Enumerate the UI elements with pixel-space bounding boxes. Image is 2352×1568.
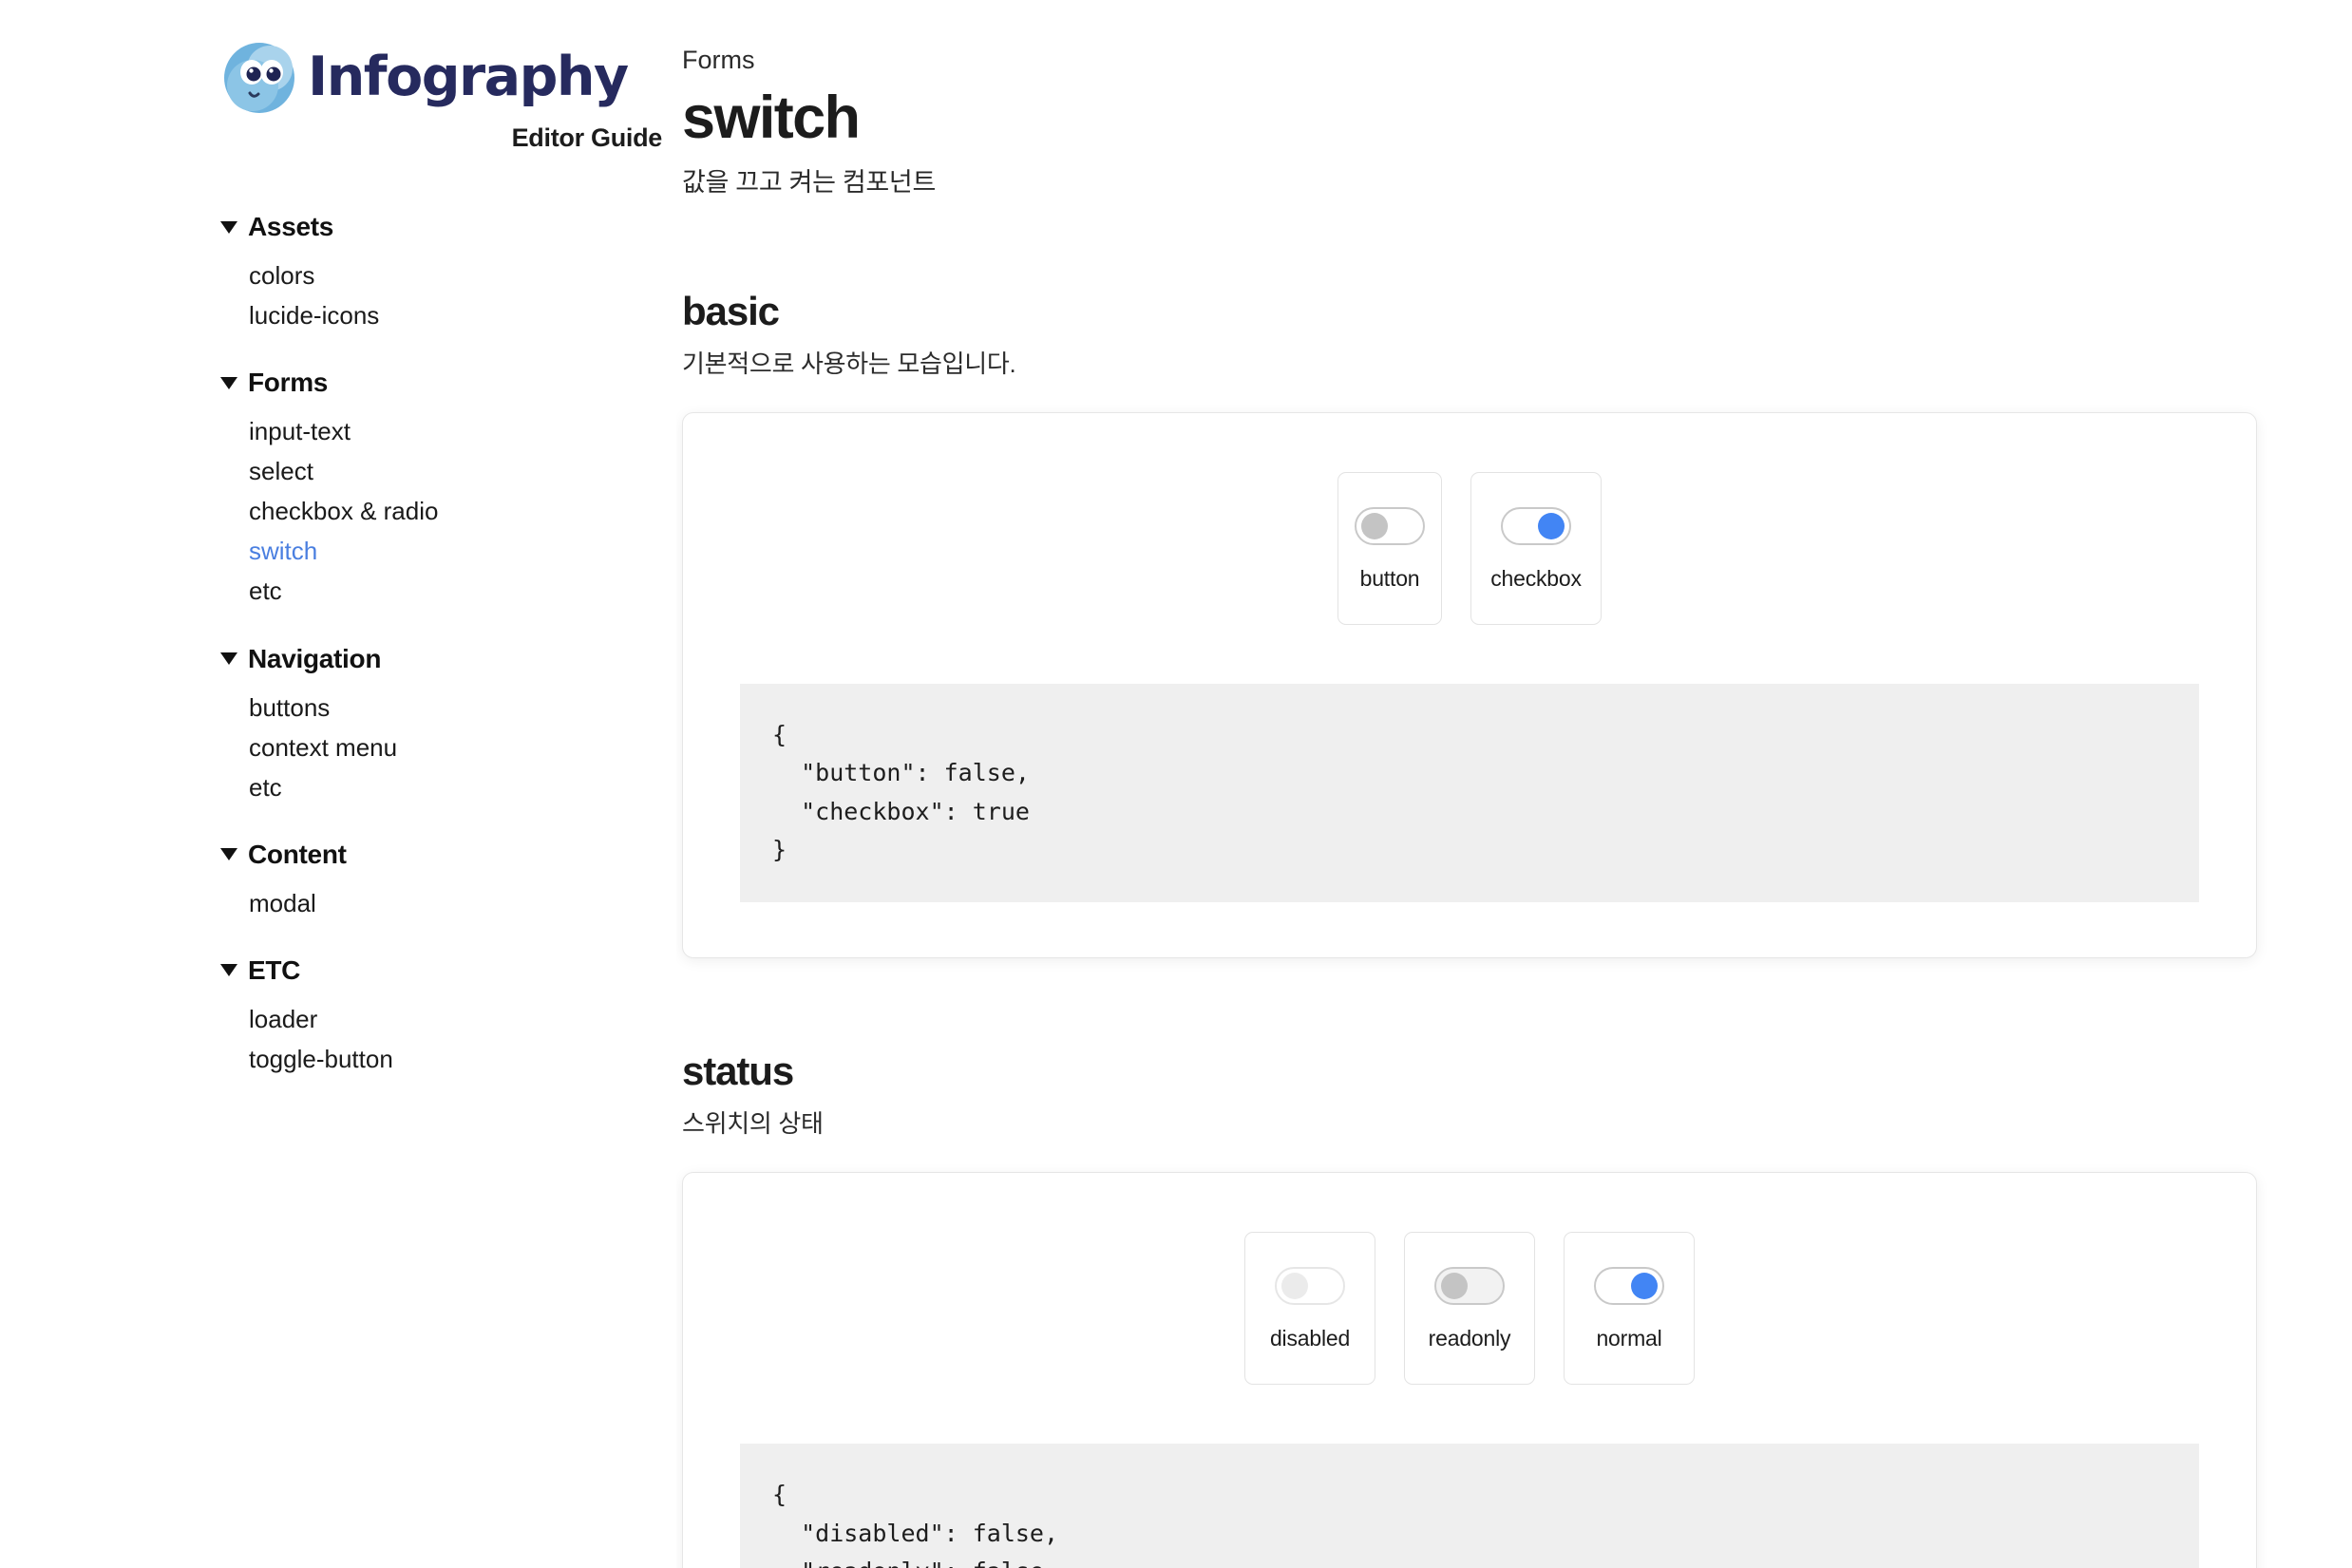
switch-knob — [1441, 1273, 1468, 1300]
switch-knob — [1538, 512, 1565, 539]
code-block-status: { "disabled": false, "readonly": false, — [740, 1444, 2199, 1568]
caret-down-icon — [220, 964, 237, 977]
section-basic: basic 기본적으로 사용하는 모습입니다. button checkbox … — [682, 288, 2257, 958]
brand-row: Infography — [220, 38, 676, 116]
nav-group-header-navigation[interactable]: Navigation — [220, 644, 676, 674]
app-root: Infography Editor Guide Assets colors lu… — [0, 0, 2352, 1568]
caret-down-icon — [220, 220, 237, 234]
sidebar-item-select[interactable]: select — [220, 451, 676, 491]
blob-face-icon — [220, 38, 298, 116]
nav-group-header-assets[interactable]: Assets — [220, 212, 676, 242]
nav-group-title: Content — [248, 839, 347, 869]
nav-group-navigation: Navigation buttons context menu etc — [220, 644, 676, 807]
switch-normal-toggle[interactable] — [1594, 1267, 1664, 1306]
nav-group-title: Assets — [248, 212, 334, 241]
switch-button-toggle[interactable] — [1355, 506, 1425, 545]
switch-label: checkbox — [1490, 565, 1582, 591]
switch-knob — [1281, 1273, 1308, 1300]
section-title: basic — [682, 288, 780, 333]
nav-group-title: ETC — [248, 954, 301, 985]
switch-label: disabled — [1269, 1326, 1351, 1351]
sidebar-item-toggle-button[interactable]: toggle-button — [220, 1039, 676, 1079]
switch-demo-row: button checkbox — [740, 471, 2199, 625]
brand: Infography Editor Guide — [0, 38, 676, 153]
demo-card-basic: button checkbox { "button": false, "chec… — [682, 411, 2257, 958]
sidebar-item-lucide-icons[interactable]: lucide-icons — [220, 295, 676, 335]
sidebar-item-forms-etc[interactable]: etc — [220, 571, 676, 611]
nav-group-header-content[interactable]: Content — [220, 840, 676, 870]
section-status: status 스위치의 상태 disabled readonly normal … — [682, 1048, 2257, 1568]
brand-subtitle: Editor Guide — [511, 123, 663, 152]
switch-label: button — [1359, 565, 1420, 591]
switch-demo-checkbox: checkbox — [1470, 471, 1602, 625]
nav-group-header-etc[interactable]: ETC — [220, 955, 676, 986]
nav-group-content: Content modal — [220, 840, 676, 923]
switch-knob — [1361, 512, 1388, 539]
switch-disabled-toggle — [1275, 1267, 1345, 1306]
page-description: 값을 끄고 켜는 컴포넌트 — [682, 167, 937, 197]
switch-label: normal — [1596, 1326, 1662, 1351]
sidebar-item-navigation-etc[interactable]: etc — [220, 767, 676, 807]
switch-knob — [1631, 1273, 1658, 1300]
switch-demo-readonly: readonly — [1404, 1232, 1535, 1386]
demo-card-status: disabled readonly normal {"disabled": f… — [682, 1172, 2257, 1568]
section-title: status — [682, 1048, 794, 1093]
sidebar-item-buttons[interactable]: buttons — [220, 688, 676, 727]
switch-label: readonly — [1428, 1326, 1511, 1351]
sidebar: Infography Editor Guide Assets colors lu… — [0, 0, 676, 1568]
nav-group-etc: ETC loader toggle-button — [220, 955, 676, 1079]
caret-down-icon — [220, 848, 237, 861]
switch-demo-button: button — [1337, 471, 1442, 625]
breadcrumb: Forms — [682, 46, 755, 74]
caret-down-icon — [220, 376, 237, 389]
nav-group-title: Navigation — [248, 643, 382, 673]
page-title: switch — [682, 85, 861, 151]
nav-group-assets: Assets colors lucide-icons — [220, 212, 676, 335]
sidebar-nav: Assets colors lucide-icons Forms input-t… — [0, 212, 676, 1079]
section-description: 스위치의 상태 — [682, 1109, 824, 1139]
nav-group-title: Forms — [248, 368, 329, 398]
switch-readonly-toggle — [1434, 1267, 1505, 1306]
sidebar-item-context-menu[interactable]: context menu — [220, 727, 676, 767]
nav-group-header-forms[interactable]: Forms — [220, 368, 676, 398]
main-content: Forms switch 값을 끄고 켜는 컴포넌트 basic 기본적으로 사… — [676, 0, 2352, 1568]
switch-checkbox-toggle[interactable] — [1501, 506, 1571, 545]
sidebar-item-checkbox-radio[interactable]: checkbox & radio — [220, 491, 676, 531]
switch-demo-normal: normal — [1564, 1232, 1695, 1386]
sidebar-item-switch[interactable]: switch — [220, 531, 676, 571]
caret-down-icon — [220, 652, 237, 666]
brand-name: Infography — [308, 45, 629, 108]
section-description: 기본적으로 사용하는 모습입니다. — [682, 349, 1016, 378]
sidebar-item-colors[interactable]: colors — [220, 255, 676, 295]
switch-demo-row: disabled readonly normal — [740, 1232, 2199, 1386]
nav-group-forms: Forms input-text select checkbox & radio… — [220, 368, 676, 611]
sidebar-item-loader[interactable]: loader — [220, 999, 676, 1039]
sidebar-item-modal[interactable]: modal — [220, 883, 676, 923]
switch-demo-disabled: disabled — [1244, 1232, 1375, 1386]
sidebar-item-input-text[interactable]: input-text — [220, 411, 676, 451]
code-block-basic: { "button": false, "checkbox": true } — [740, 683, 2199, 902]
